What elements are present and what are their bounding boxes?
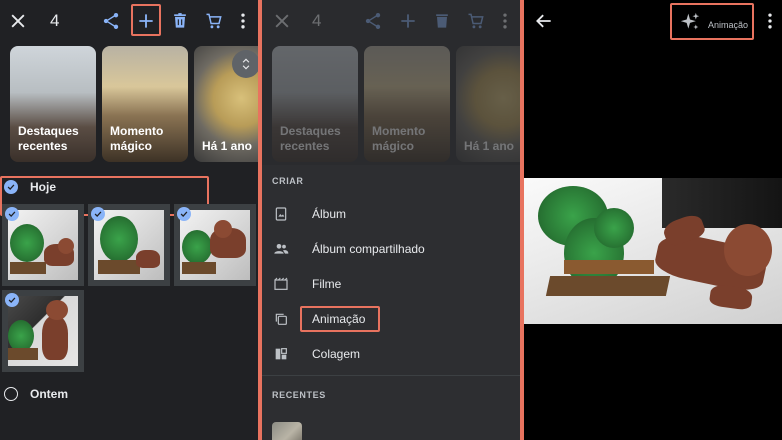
memory-card: Há 1 ano	[456, 46, 520, 162]
section-divider	[262, 375, 520, 376]
memory-card[interactable]: Destaques recentes	[10, 46, 96, 162]
animation-icon	[272, 310, 290, 328]
animation-preview-panel: Animação	[524, 0, 782, 440]
more-vert-icon[interactable]	[756, 7, 782, 35]
menu-item-album[interactable]: Álbum	[262, 198, 520, 230]
close-icon[interactable]	[4, 7, 32, 35]
trash-icon	[428, 7, 456, 35]
animation-chip[interactable]: Animação	[680, 12, 748, 37]
menu-item-shared-album[interactable]: Álbum compartilhado	[262, 233, 520, 265]
photos-selection-panel: 4 Destaques recentes Momento mágico Há 1…	[0, 0, 258, 440]
dimmed-background: 4 Destaques recentes Momento mágico Há 1…	[262, 0, 520, 165]
more-vert-icon	[491, 7, 519, 35]
memory-card: Momento mágico	[364, 46, 450, 162]
sparkle-icon	[680, 12, 700, 37]
create-section-header: CRIAR	[272, 176, 304, 186]
add-icon	[394, 7, 422, 35]
memories-carousel: Destaques recentes Momento mágico Há 1 a…	[272, 46, 520, 162]
memory-label: Momento mágico	[372, 124, 426, 153]
add-to-menu-panel: 4 Destaques recentes Momento mágico Há 1…	[262, 0, 520, 440]
selection-toolbar: 4	[0, 0, 258, 42]
share-icon	[359, 7, 387, 35]
radio-icon	[4, 387, 18, 401]
recent-section-header: RECENTES	[272, 390, 326, 400]
memory-label: Há 1 ano	[202, 139, 253, 153]
add-icon[interactable]	[132, 7, 160, 35]
photo-thumbnail[interactable]	[174, 204, 256, 286]
section-header-today[interactable]: Hoje	[4, 180, 56, 194]
more-vert-icon[interactable]	[229, 7, 257, 35]
menu-label: Filme	[312, 277, 342, 291]
trash-icon[interactable]	[166, 7, 194, 35]
check-icon	[177, 207, 191, 221]
animation-preview-image	[524, 178, 782, 324]
photo-thumbnail[interactable]	[2, 204, 84, 286]
recent-album-thumbnail[interactable]	[272, 422, 302, 440]
share-icon[interactable]	[97, 7, 125, 35]
memory-card[interactable]: Momento mágico	[102, 46, 188, 162]
memories-carousel: Destaques recentes Momento mágico Há 1 a…	[10, 46, 258, 162]
check-icon	[4, 180, 18, 194]
selection-count: 4	[312, 11, 322, 30]
movie-icon	[272, 275, 290, 293]
menu-label: Álbum	[312, 207, 347, 221]
memory-label: Destaques recentes	[18, 124, 79, 153]
selection-count: 4	[50, 11, 60, 30]
scroll-handle[interactable]	[232, 50, 258, 78]
check-icon	[5, 293, 19, 307]
collage-icon	[272, 345, 290, 363]
section-date-label: Ontem	[30, 387, 69, 401]
menu-label: Colagem	[312, 347, 361, 361]
photo-thumbnail[interactable]	[88, 204, 170, 286]
menu-label: Álbum compartilhado	[312, 242, 425, 256]
cart-icon	[462, 7, 490, 35]
album-icon	[272, 205, 290, 223]
check-icon	[5, 207, 19, 221]
section-header-yesterday[interactable]: Ontem	[4, 387, 68, 401]
memory-card: Destaques recentes	[272, 46, 358, 162]
memory-label: Momento mágico	[110, 124, 164, 153]
check-icon	[91, 207, 105, 221]
bottom-sheet: CRIAR Álbum Álbum compartilhado Filme An…	[262, 165, 520, 440]
menu-item-animation[interactable]: Animação	[262, 303, 520, 335]
shared-album-icon	[272, 240, 290, 258]
menu-item-movie[interactable]: Filme	[262, 268, 520, 300]
back-arrow-icon[interactable]	[530, 7, 558, 35]
animation-label: Animação	[708, 19, 749, 30]
cart-icon[interactable]	[200, 7, 228, 35]
section-date-label: Hoje	[30, 180, 57, 194]
memory-label: Destaques recentes	[280, 124, 341, 153]
menu-item-collage[interactable]: Colagem	[262, 338, 520, 370]
photo-thumbnail[interactable]	[2, 290, 84, 372]
menu-label: Animação	[312, 312, 366, 326]
memory-label: Há 1 ano	[464, 139, 515, 153]
close-icon	[268, 7, 296, 35]
